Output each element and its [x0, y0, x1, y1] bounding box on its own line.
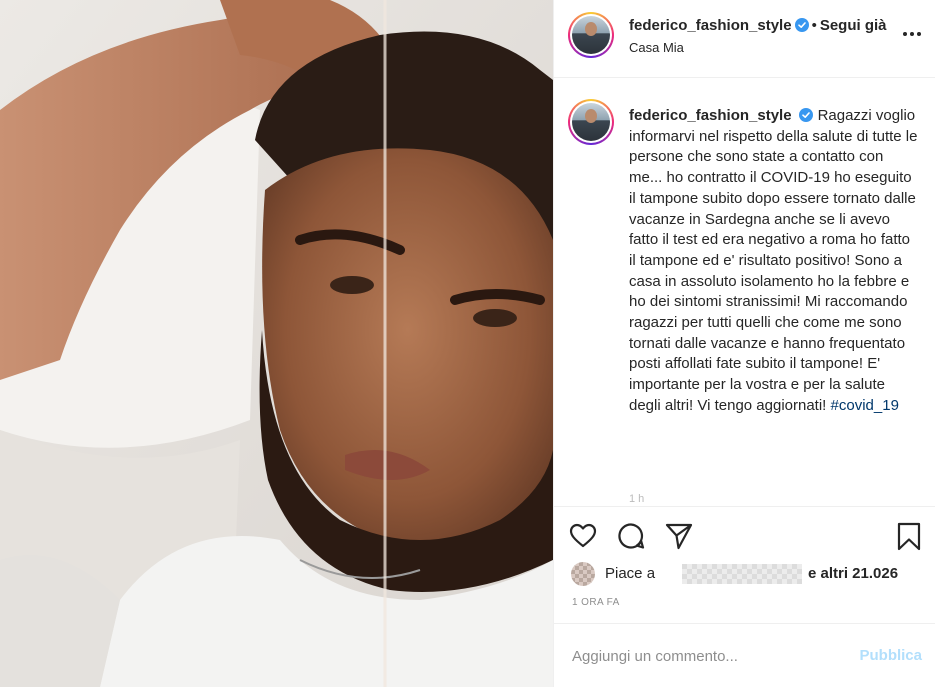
separator-dot: •: [811, 17, 817, 34]
caption-avatar[interactable]: [568, 99, 614, 145]
action-bar: [554, 506, 935, 558]
share-icon[interactable]: [664, 521, 694, 551]
caption-username[interactable]: federico_fashion_style: [629, 107, 792, 124]
follow-button[interactable]: Segui già: [820, 17, 887, 34]
comment-bar: Pubblica: [554, 623, 935, 687]
bookmark-icon[interactable]: [894, 521, 924, 551]
selfie-image: [0, 0, 553, 687]
caption-timestamp: 1 h: [629, 493, 645, 505]
caption-text: Ragazzi voglio informarvi nel rispetto d…: [629, 107, 918, 414]
post-timestamp[interactable]: 1 ORA FA: [572, 597, 620, 608]
avatar[interactable]: [568, 12, 614, 58]
ellipsis-icon[interactable]: [902, 26, 922, 46]
verified-badge-icon: [794, 18, 809, 32]
post-sidebar: federico_fashion_style • Segui già Casa Mi…: [553, 0, 935, 687]
likes-count-link[interactable]: e altri 21.026: [808, 565, 898, 582]
liker-avatar[interactable]: [571, 562, 595, 586]
comments-scroll[interactable]: federico_fashion_style Ragazzi voglio inf…: [554, 79, 935, 506]
location-link[interactable]: Casa Mia: [629, 40, 684, 55]
caption: federico_fashion_style Ragazzi voglio inf…: [629, 106, 919, 417]
comment-icon[interactable]: [616, 521, 646, 551]
post-header: federico_fashion_style • Segui già Casa Mi…: [554, 0, 935, 78]
hashtag-link[interactable]: #covid_19: [831, 397, 899, 414]
username-link[interactable]: federico_fashion_style: [629, 17, 792, 34]
verified-badge-icon: [798, 108, 813, 122]
blurred-username: [682, 564, 802, 584]
comment-input[interactable]: [572, 645, 842, 667]
header-user-line: federico_fashion_style • Segui già: [629, 17, 887, 34]
likes-prefix: Piace a: [605, 565, 656, 582]
publish-button[interactable]: Pubblica: [859, 647, 922, 664]
likes-line: Piace a e altri 21.026: [571, 562, 931, 586]
post-photo: [0, 0, 553, 687]
heart-icon[interactable]: [568, 521, 598, 551]
